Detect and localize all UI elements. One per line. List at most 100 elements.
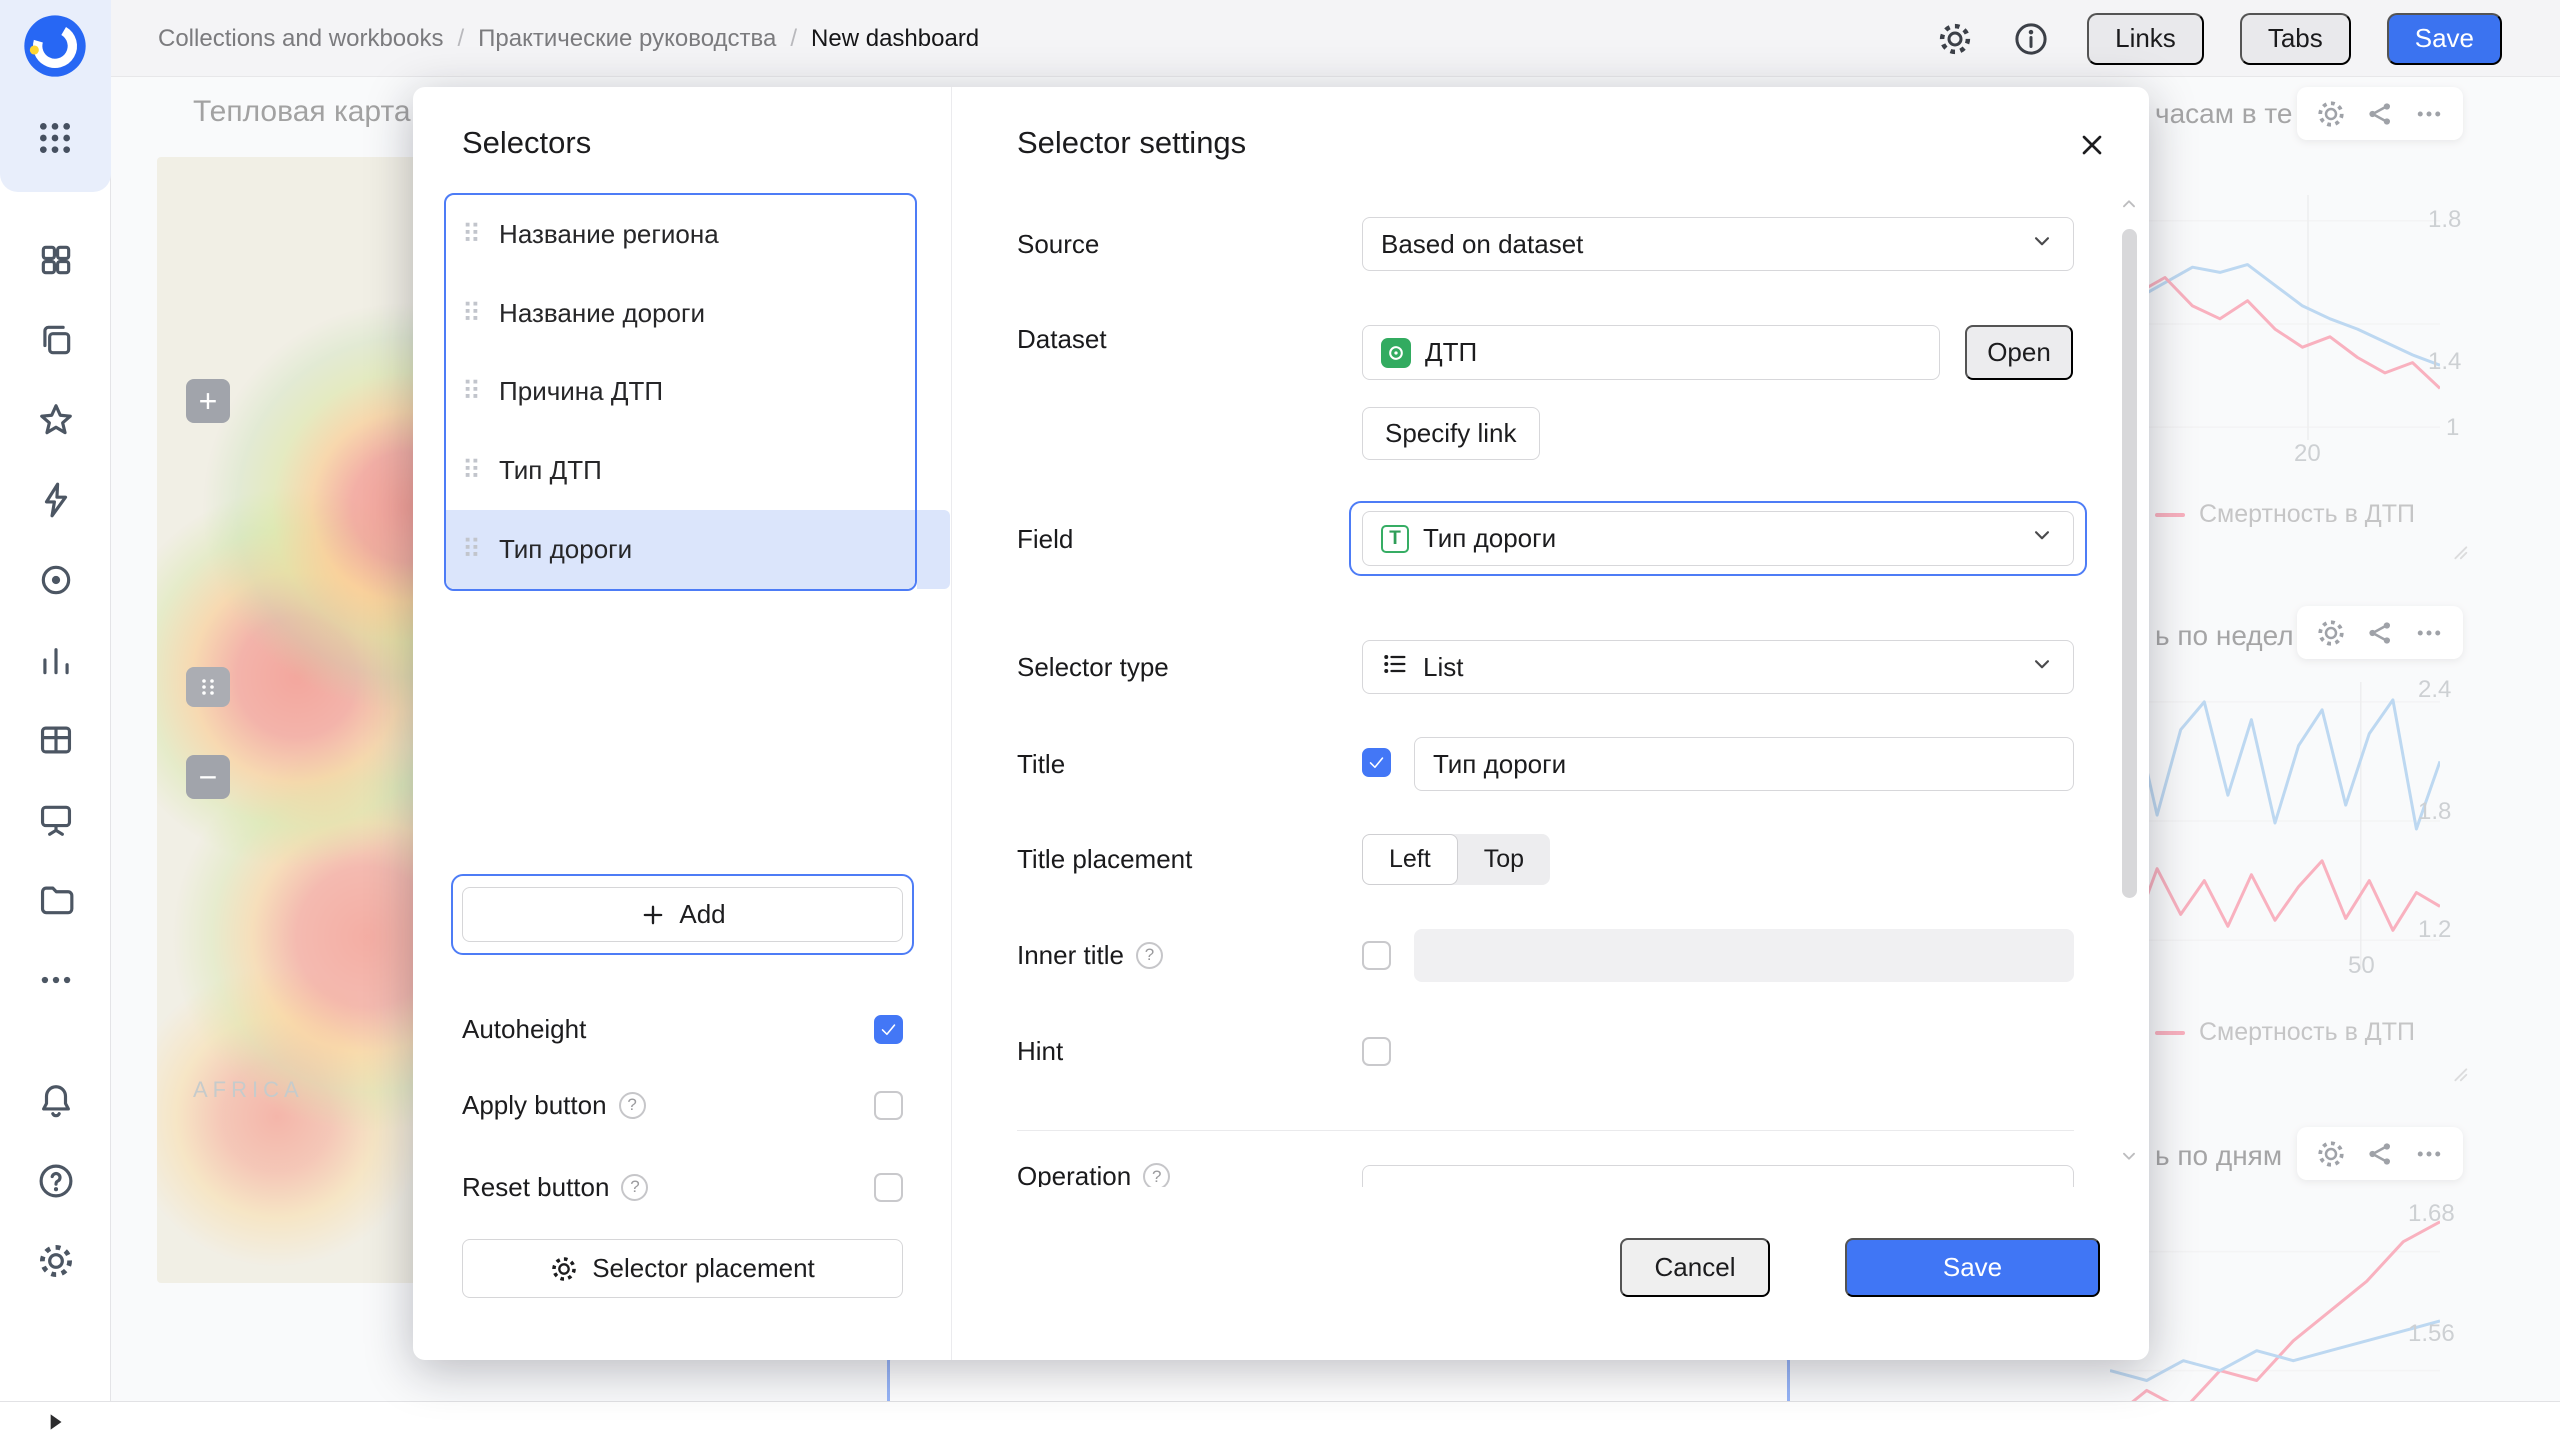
drag-handle-icon[interactable]: ⠿ [462, 298, 481, 329]
operation-select[interactable] [1362, 1165, 2074, 1187]
selector-placement-button[interactable]: Selector placement [462, 1239, 903, 1298]
operation-row-clipped: Operation ? [1017, 1145, 2074, 1187]
expand-icon[interactable] [42, 1409, 68, 1435]
add-button-highlight: Add [451, 874, 914, 955]
reset-button-row: Reset button? [462, 1165, 903, 1209]
selector-list-item[interactable]: ⠿ Причина ДТП [446, 353, 915, 432]
bar-chart-icon[interactable] [37, 641, 75, 679]
apply-button-checkbox[interactable] [874, 1091, 903, 1120]
divider [1017, 1130, 2074, 1131]
dataset-label: Dataset [1017, 325, 1107, 353]
help-icon[interactable]: ? [1136, 942, 1163, 969]
sidebar-footer-nav [0, 1082, 111, 1280]
more-icon[interactable] [37, 961, 75, 999]
selectors-panel-title: Selectors [462, 125, 591, 161]
plus-icon [639, 901, 667, 929]
breadcrumb-current: New dashboard [811, 25, 979, 53]
chevron-down-icon [2029, 228, 2055, 261]
placement-left-option[interactable]: Left [1362, 834, 1458, 885]
selector-list-item[interactable]: ⠿ Тип ДТП [446, 431, 915, 510]
breadcrumb-separator: / [790, 25, 797, 53]
selector-item-label: Причина ДТП [499, 376, 663, 407]
scroll-down-icon[interactable] [2118, 1145, 2140, 1167]
presentation-icon[interactable] [37, 801, 75, 839]
selectors-dialog: Selectors ⠿ Название региона ⠿ Название … [413, 87, 2149, 1360]
copy-layers-icon[interactable] [37, 321, 75, 359]
app-header: Collections and workbooks / Практические… [0, 0, 2560, 77]
help-icon[interactable] [37, 1162, 75, 1200]
placement-top-option[interactable]: Top [1458, 834, 1550, 885]
title-checkbox[interactable] [1362, 748, 1391, 777]
selector-settings-panel: Selector settings Source Based on datase… [952, 87, 2149, 1360]
apply-button-row: Apply button? [462, 1083, 903, 1127]
breadcrumb: Collections and workbooks / Практические… [158, 0, 979, 77]
scroll-up-icon[interactable] [2118, 193, 2140, 215]
drag-handle-icon[interactable]: ⠿ [462, 534, 481, 565]
selector-list-item-selected[interactable]: ⠿ Тип дороги [446, 510, 915, 589]
field-type-string-icon: T [1381, 525, 1409, 553]
scrollbar-thumb[interactable] [2122, 229, 2137, 898]
info-icon[interactable] [2011, 19, 2051, 59]
drag-handle-icon[interactable]: ⠿ [462, 376, 481, 407]
specify-link-button[interactable]: Specify link [1362, 407, 1540, 460]
dataset-field[interactable]: ДТП [1362, 325, 1940, 380]
selected-item-highlight [917, 510, 950, 589]
dashboard-bottom-bar [0, 1401, 2560, 1440]
apply-button-label: Apply button [462, 1090, 607, 1121]
breadcrumb-separator: / [457, 25, 464, 53]
open-dataset-button[interactable]: Open [1965, 325, 2073, 380]
field-label: Field [1017, 525, 1073, 553]
title-placement-segmented: Left Top [1362, 834, 1550, 885]
list-icon [1381, 650, 1409, 685]
operation-text: Operation [1017, 1161, 1131, 1187]
add-button-label: Add [679, 899, 725, 930]
selector-type-value: List [1423, 652, 1463, 683]
table-icon[interactable] [37, 721, 75, 759]
selector-list-item[interactable]: ⠿ Название региона [446, 195, 915, 274]
drag-handle-icon[interactable]: ⠿ [462, 455, 481, 486]
widgets-icon[interactable] [37, 241, 75, 279]
source-select[interactable]: Based on dataset [1362, 217, 2074, 271]
autoheight-checkbox[interactable] [874, 1015, 903, 1044]
breadcrumb-collections[interactable]: Collections and workbooks [158, 25, 443, 53]
settings-icon[interactable] [1935, 19, 1975, 59]
bell-icon[interactable] [37, 1082, 75, 1120]
add-selector-button[interactable]: Add [462, 887, 903, 942]
selector-item-label: Тип дороги [499, 534, 632, 565]
field-value: Тип дороги [1423, 523, 1556, 554]
monitoring-icon[interactable] [37, 561, 75, 599]
selector-item-label: Название региона [499, 219, 719, 250]
reset-button-checkbox[interactable] [874, 1173, 903, 1202]
help-icon[interactable]: ? [621, 1174, 648, 1201]
breadcrumb-guides[interactable]: Практические руководства [478, 25, 776, 53]
autoheight-row: Autoheight [462, 1007, 903, 1051]
datalens-logo-icon[interactable] [23, 14, 87, 78]
help-icon[interactable]: ? [619, 1092, 646, 1119]
lightning-icon[interactable] [37, 481, 75, 519]
dialog-save-button[interactable]: Save [1845, 1238, 2100, 1297]
selector-type-select[interactable]: List [1362, 640, 2074, 694]
chevron-down-icon [2029, 522, 2055, 555]
chevron-down-icon [2029, 651, 2055, 684]
hint-checkbox[interactable] [1362, 1037, 1391, 1066]
star-icon[interactable] [37, 401, 75, 439]
inner-title-checkbox[interactable] [1362, 941, 1391, 970]
folder-icon[interactable] [37, 881, 75, 919]
settings-icon[interactable] [37, 1242, 75, 1280]
tabs-button[interactable]: Tabs [2240, 13, 2351, 65]
source-label: Source [1017, 230, 1099, 258]
gear-icon [550, 1255, 578, 1283]
inner-title-text: Inner title [1017, 940, 1124, 971]
close-icon[interactable] [2072, 125, 2112, 165]
drag-handle-icon[interactable]: ⠿ [462, 219, 481, 250]
selector-item-label: Тип ДТП [499, 455, 602, 486]
cancel-button[interactable]: Cancel [1620, 1238, 1770, 1297]
selector-list-item[interactable]: ⠿ Название дороги [446, 274, 915, 353]
help-icon[interactable]: ? [1143, 1163, 1170, 1187]
title-placement-label: Title placement [1017, 845, 1192, 873]
header-save-button[interactable]: Save [2387, 13, 2502, 65]
title-input[interactable] [1414, 737, 2074, 791]
field-select[interactable]: T Тип дороги [1362, 511, 2074, 566]
links-button[interactable]: Links [2087, 13, 2204, 65]
apps-grid-icon[interactable] [35, 118, 75, 158]
